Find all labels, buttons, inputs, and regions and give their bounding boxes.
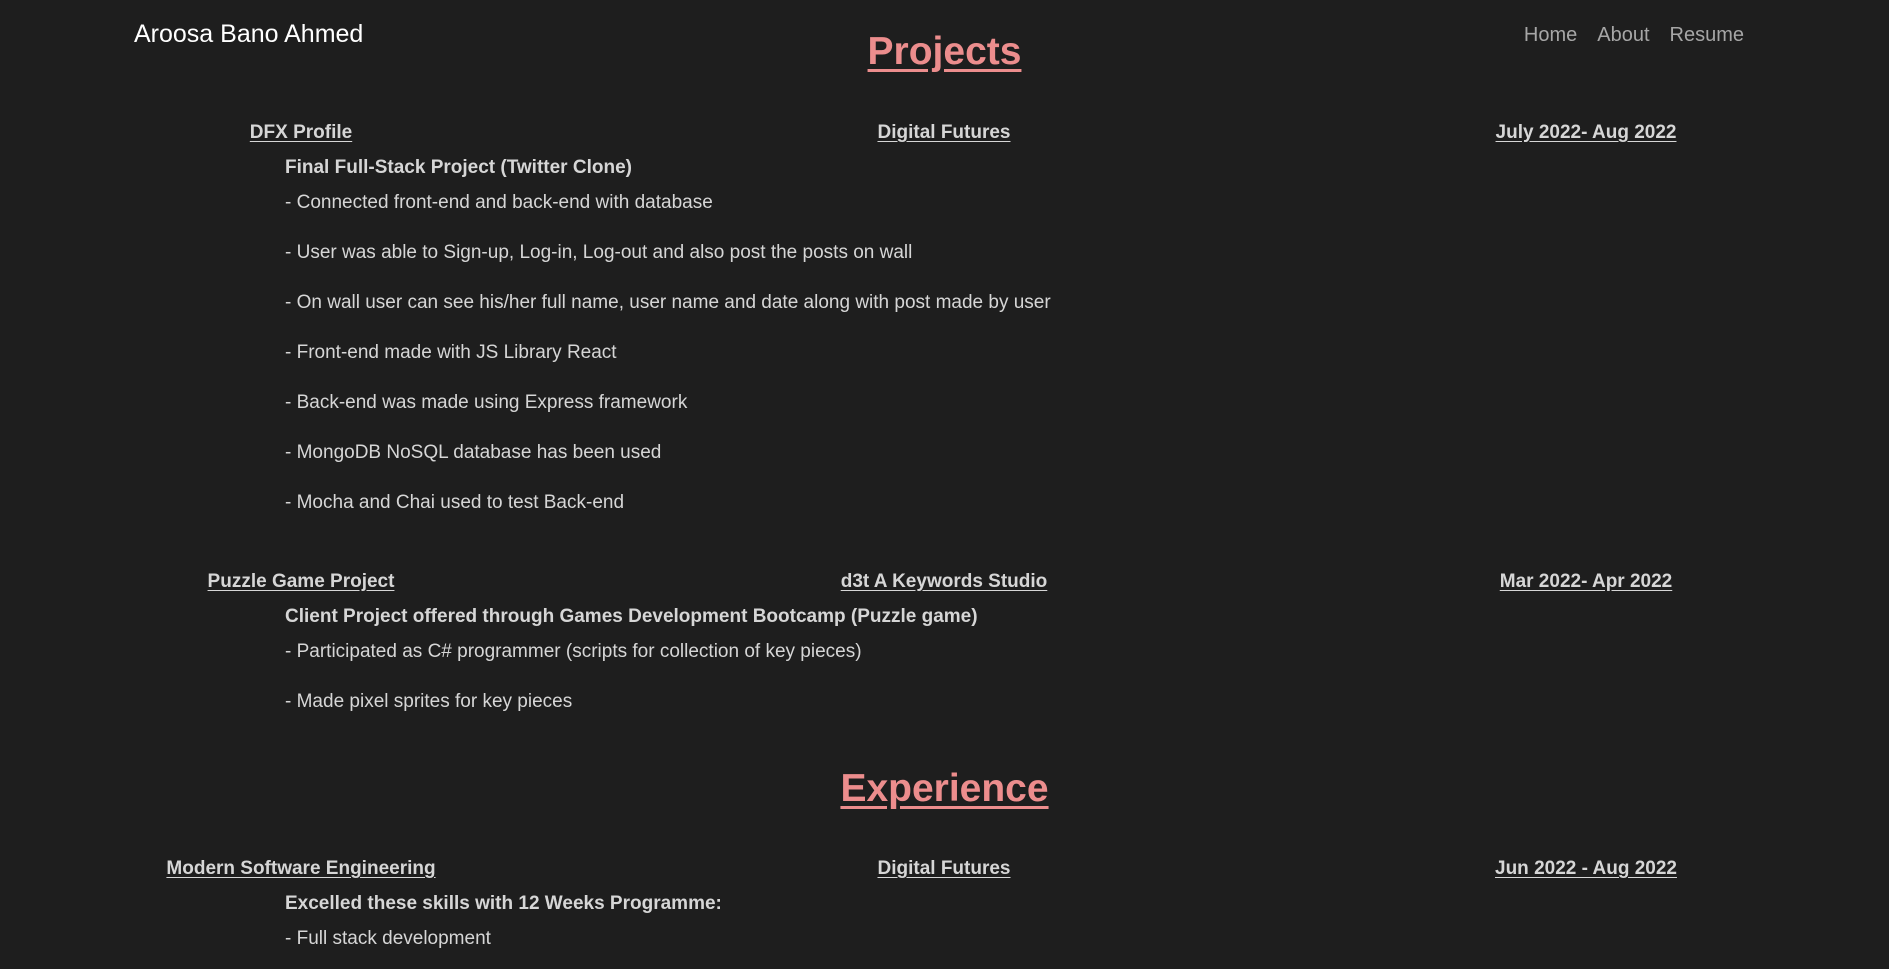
project-subtitle: Final Full-Stack Project (Twitter Clone) [285, 157, 632, 178]
project-bullet: - On wall user can see his/her full name… [285, 292, 1051, 313]
project-org-link[interactable]: Digital Futures [877, 122, 1010, 144]
experience-org-link[interactable]: Digital Futures [877, 858, 1010, 880]
project-header-row: Puzzle Game Project d3t A Keywords Studi… [0, 571, 1889, 597]
experience-name-link[interactable]: Modern Software Engineering [166, 858, 435, 880]
project-bullet: - Back-end was made using Express framew… [285, 392, 688, 413]
experience-details: Excelled these skills with 12 Weeks Prog… [285, 893, 722, 969]
project-bullet: - MongoDB NoSQL database has been used [285, 442, 662, 463]
project-name-link[interactable]: Puzzle Game Project [208, 571, 395, 593]
experience-bullet: - Full stack development [285, 928, 491, 949]
experience-dates-link[interactable]: Jun 2022 - Aug 2022 [1495, 858, 1677, 880]
project-org-link[interactable]: d3t A Keywords Studio [841, 571, 1048, 593]
project-dates-link[interactable]: Mar 2022- Apr 2022 [1500, 571, 1673, 593]
project-bullet: - Made pixel sprites for key pieces [285, 691, 573, 712]
project-header-row: DFX Profile Digital Futures July 2022- A… [0, 122, 1889, 148]
resume-page: Aroosa Bano Ahmed Home About Resume Proj… [0, 0, 1889, 969]
project-bullet: - Connected front-end and back-end with … [285, 192, 713, 213]
project-details: Final Full-Stack Project (Twitter Clone)… [285, 157, 1051, 542]
project-bullet: - Participated as C# programmer (scripts… [285, 641, 862, 662]
project-name-link[interactable]: DFX Profile [250, 122, 352, 144]
experience-subtitle: Excelled these skills with 12 Weeks Prog… [285, 893, 722, 914]
projects-title: Projects [867, 30, 1022, 73]
project-bullet: - Mocha and Chai used to test Back-end [285, 492, 625, 513]
project-bullet: - Front-end made with JS Library React [285, 342, 617, 363]
experience-header-row: Modern Software Engineering Digital Futu… [0, 858, 1889, 884]
project-subtitle: Client Project offered through Games Dev… [285, 606, 978, 627]
project-dates-link[interactable]: July 2022- Aug 2022 [1496, 122, 1677, 144]
experience-title: Experience [840, 767, 1049, 810]
project-bullet: - User was able to Sign-up, Log-in, Log-… [285, 242, 913, 263]
project-details: Client Project offered through Games Dev… [285, 606, 978, 741]
